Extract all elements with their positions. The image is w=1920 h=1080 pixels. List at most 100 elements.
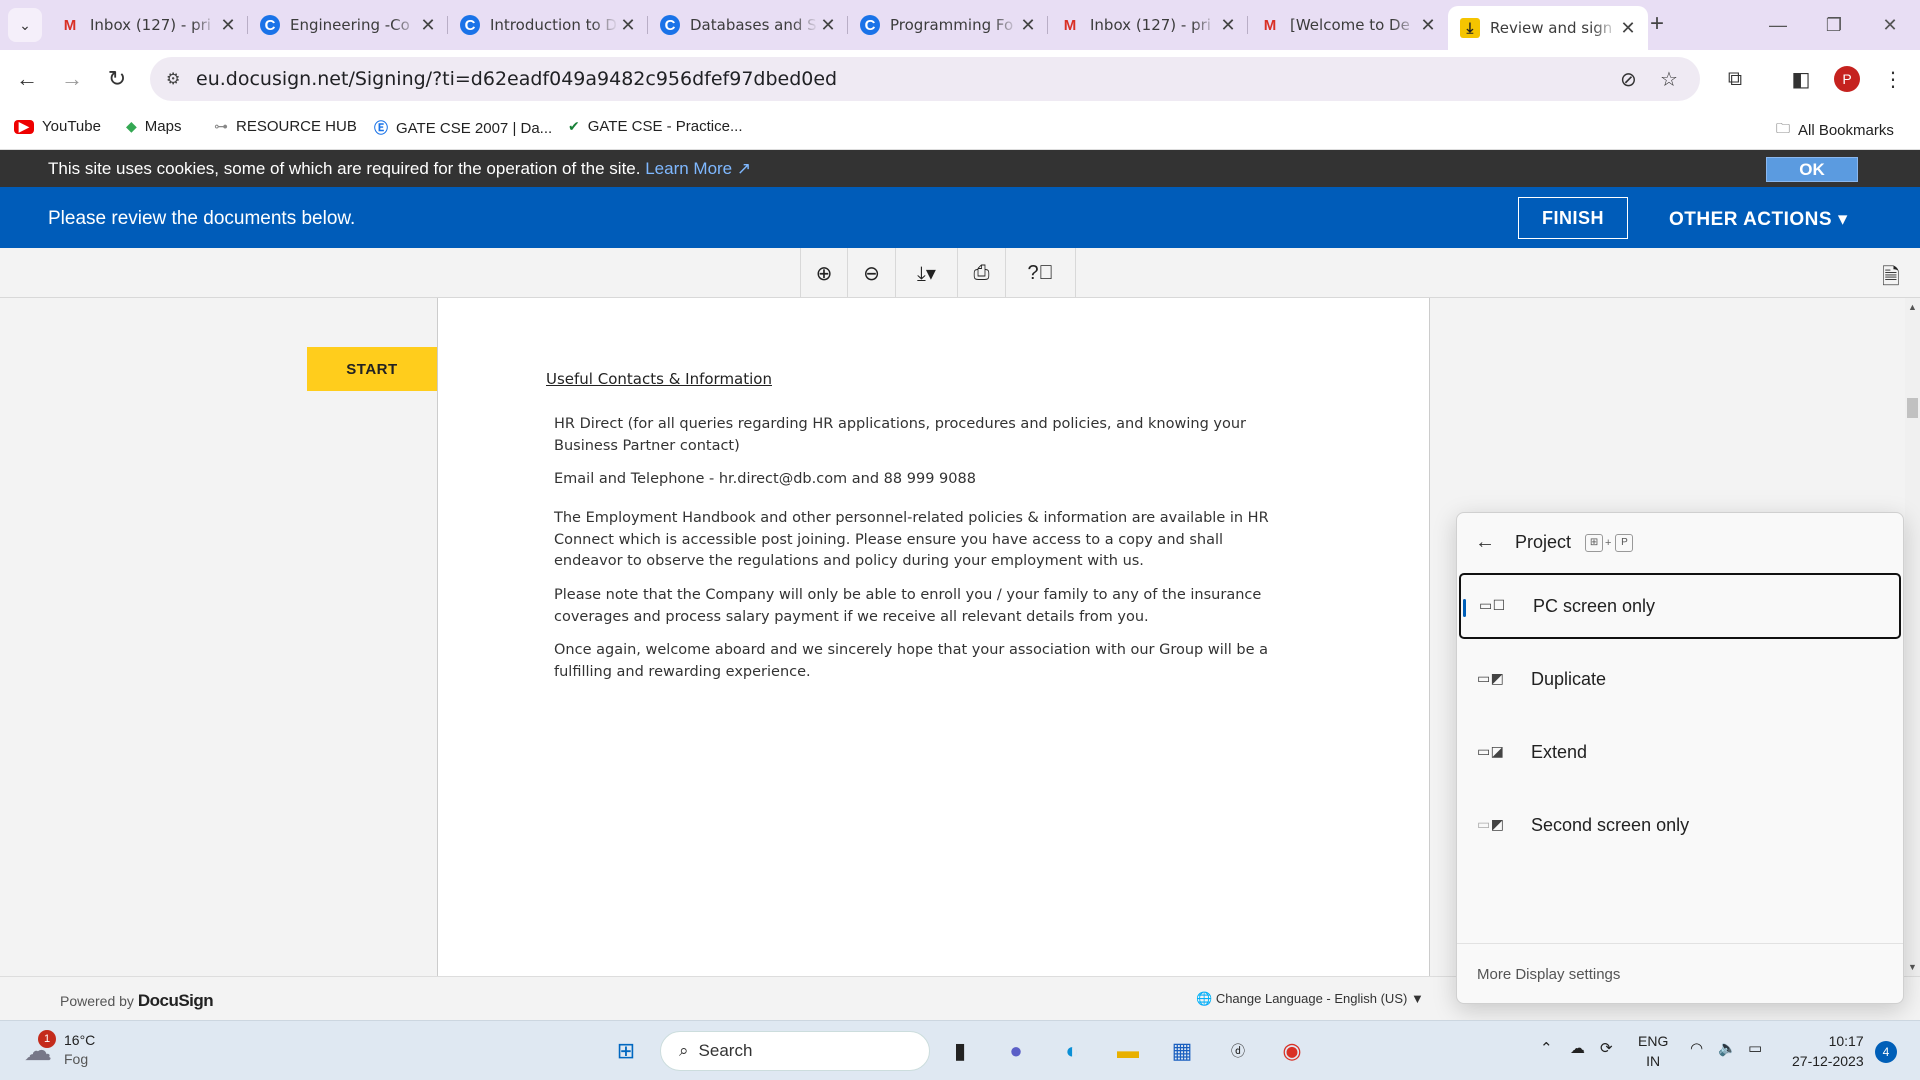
tab-welcome[interactable]: M [Welcome to De ✕ [1248,6,1448,44]
notification-badge[interactable]: 4 [1875,1041,1897,1063]
forward-button[interactable]: → [55,62,89,96]
tab-programming[interactable]: C Programming Fo ✕ [848,6,1048,44]
tab-review-and-sign[interactable]: ⤓ Review and sign ✕ [1448,6,1648,50]
weather-condition: Fog [64,1051,89,1067]
option-extend[interactable]: ▭ ◪ Extend [1459,719,1901,785]
tab-databases[interactable]: C Databases and S ✕ [648,6,848,44]
bookmark-gate-2007[interactable]: Ⓔ GATE CSE 2007 | Da... [374,118,552,138]
profile-button[interactable]: P [1830,62,1864,96]
tab-inbox-2[interactable]: M Inbox (127) - pri ✕ [1048,6,1248,44]
bookmark-youtube[interactable]: ▶ YouTube [14,118,101,135]
change-language-button[interactable]: 🌐 Change Language - English (US) ▼ [1196,991,1424,1007]
eye-slash-icon[interactable]: ⊘ [1620,67,1637,91]
scroll-up-icon[interactable]: ▲ [1908,302,1917,312]
side-panel-button[interactable]: ◧ [1784,62,1818,96]
youtube-icon: ▶ [14,118,34,134]
back-button[interactable]: ← [10,62,44,96]
browser-toolbar: ← → ↻ ⚙ eu.docusign.net/Signing/?ti=d62e… [0,50,1920,108]
zoom-out-button[interactable]: ⊖ [848,248,896,298]
battery-icon[interactable]: ▭ [1748,1039,1762,1057]
clock[interactable]: 10:17 27-12-2023 [1792,1031,1864,1071]
close-tab-icon[interactable]: ✕ [1418,15,1438,36]
print-icon: ⎙ [973,261,990,284]
print-button[interactable]: ⎙ [958,248,1006,298]
finish-button[interactable]: FINISH [1518,197,1628,239]
bookmark-label: YouTube [42,118,101,135]
back-arrow-icon[interactable]: ← [1475,531,1495,554]
help-button[interactable]: ?⃝ [1006,248,1076,298]
close-tab-icon[interactable]: ✕ [418,15,438,36]
close-tab-icon[interactable]: ✕ [618,15,638,36]
cookie-ok-button[interactable]: OK [1766,157,1858,182]
document-toolbar: ⊕ ⊖ ⤓▾ ⎙ ?⃝ 🗎 [0,248,1920,298]
reload-button[interactable]: ↻ [100,62,134,96]
weather-widget[interactable]: ☁ 1 16°C Fog [24,1029,96,1069]
bookmark-resource-hub[interactable]: ⊶ RESOURCE HUB [214,118,357,135]
learn-more-link[interactable]: Learn More ↗ [645,159,751,178]
download-button[interactable]: ⤓▾ [896,248,958,298]
cloud-tray-icon[interactable]: ☁ [1570,1039,1585,1057]
minimize-button[interactable]: — [1750,0,1806,50]
teams-button[interactable]: ● [998,1033,1034,1069]
signing-header: Please review the documents below. FINIS… [0,187,1920,248]
volume-icon[interactable]: 🔈 [1718,1039,1737,1057]
edge-button[interactable]: ◐ [1054,1033,1090,1069]
more-display-settings-link[interactable]: More Display settings [1457,943,1903,1003]
option-second-screen-only[interactable]: ▭ ◩ Second screen only [1459,792,1901,858]
bookmark-gate-practice[interactable]: ✔ GATE CSE - Practice... [568,118,743,135]
powered-by-text: Powered by [60,993,134,1009]
page-thumbnails-button[interactable]: 🗎 [1882,260,1900,298]
globe-icon: 🌐 [1196,991,1213,1006]
new-tab-button[interactable]: + [1650,10,1664,38]
other-actions-button[interactable]: OTHER ACTIONS ▾ [1669,208,1848,231]
taskbar-search[interactable]: ⌕ Search [660,1031,930,1071]
project-flyout: ← Project ⊞ + P ▭ ☐ PC screen only ▭ ◩ Dup… [1456,512,1904,1004]
option-duplicate[interactable]: ▭ ◩ Duplicate [1459,646,1901,712]
tab-inbox-1[interactable]: M Inbox (127) - pri ✕ [48,6,248,44]
address-bar[interactable]: ⚙ eu.docusign.net/Signing/?ti=d62eadf049… [150,57,1700,101]
dell-icon: ⓓ [1231,1043,1245,1059]
scroll-thumb[interactable] [1907,398,1918,418]
cookie-banner: This site uses cookies, some of which ar… [0,150,1920,187]
close-tab-icon[interactable]: ✕ [1618,18,1638,39]
close-tab-icon[interactable]: ✕ [1018,15,1038,36]
chrome-button[interactable]: ◉ [1274,1033,1310,1069]
tab-introduction[interactable]: C Introduction to D ✕ [448,6,648,44]
file-explorer-button[interactable]: ▬ [1110,1033,1146,1069]
temperature: 16°C [64,1032,96,1048]
chrome-menu-button[interactable]: ⋮ [1876,62,1910,96]
language-label: Change Language - English (US) [1215,991,1408,1006]
star-icon[interactable]: ☆ [1660,67,1678,91]
store-icon: ▦ [1171,1038,1193,1063]
extend-icon: ▭ ◪ [1477,744,1504,760]
tab-engineering[interactable]: C Engineering -Co ✕ [248,6,448,44]
close-window-button[interactable]: ✕ [1862,0,1918,50]
wifi-icon[interactable]: ◠ [1690,1039,1703,1057]
sync-tray-icon[interactable]: ⟳ [1600,1039,1613,1057]
chrome-g-icon: C [860,15,880,35]
option-pc-screen-only[interactable]: ▭ ☐ PC screen only [1459,573,1901,639]
vertical-scrollbar[interactable]: ▲ ▼ [1905,298,1920,976]
browser-tab-strip: ⌄ M Inbox (127) - pri ✕ C Engineering -C… [0,0,1920,50]
language-code: ENG [1638,1033,1669,1049]
flyout-header: ← Project ⊞ + P [1475,531,1634,554]
scroll-down-icon[interactable]: ▼ [1908,962,1917,972]
bookmark-maps[interactable]: ◆ Maps [126,118,181,135]
close-tab-icon[interactable]: ✕ [218,15,238,36]
site-settings-icon[interactable]: ⚙ [166,69,180,88]
input-language-button[interactable]: ENG IN [1638,1031,1668,1071]
show-hidden-icons-button[interactable]: ⌃ [1540,1039,1553,1057]
dell-button[interactable]: ⓓ [1220,1033,1256,1069]
start-button[interactable]: START [307,347,437,391]
start-button[interactable]: ⊞ [608,1033,644,1069]
extensions-button[interactable]: ⧉ [1718,62,1752,96]
store-button[interactable]: ▦ [1164,1033,1200,1069]
close-tab-icon[interactable]: ✕ [1218,15,1238,36]
task-view-button[interactable]: ▮ [942,1033,978,1069]
powered-by: Powered by DocuSign [60,991,214,1011]
tab-search-button[interactable]: ⌄ [8,8,42,42]
restore-button[interactable]: ❐ [1806,0,1862,50]
close-tab-icon[interactable]: ✕ [818,15,838,36]
all-bookmarks-button[interactable]: 🗀 All Bookmarks [1776,118,1894,142]
zoom-in-button[interactable]: ⊕ [800,248,848,298]
